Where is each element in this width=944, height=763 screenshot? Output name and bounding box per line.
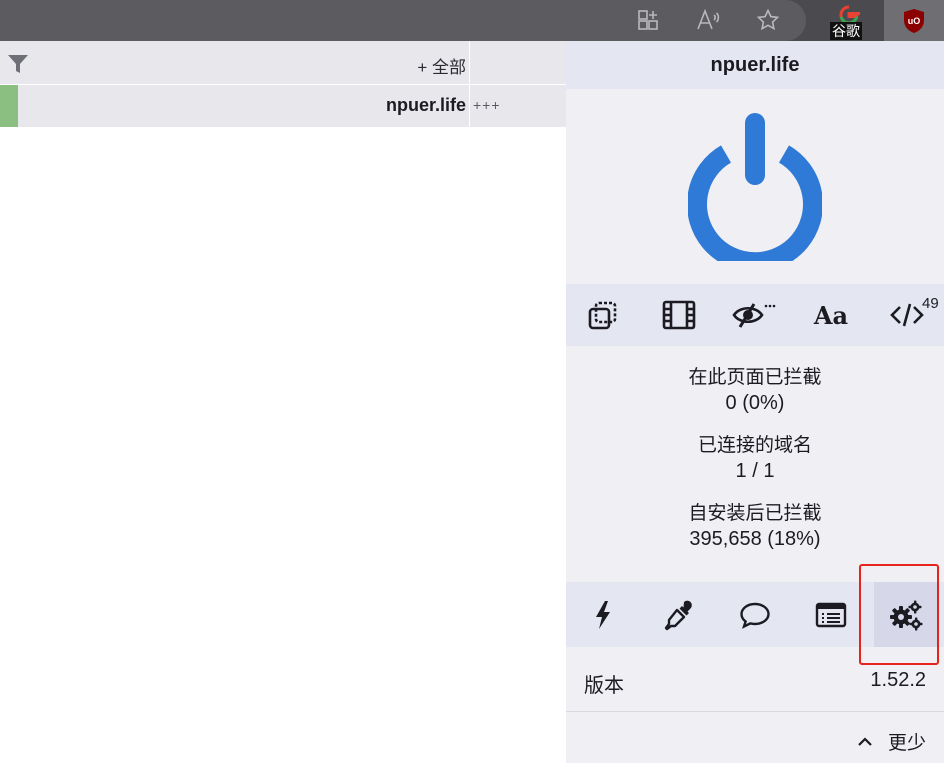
- chevron-up-icon: [858, 736, 872, 746]
- logger-button[interactable]: [799, 582, 863, 647]
- address-bar: [0, 0, 806, 41]
- cosmetic-filter-button[interactable]: [722, 284, 788, 346]
- blocked-page-value: 0 (0%): [725, 392, 785, 414]
- svg-text:uO: uO: [908, 16, 921, 26]
- no-popups-button[interactable]: [570, 284, 636, 346]
- column-divider: [469, 85, 470, 127]
- version-label: 版本: [584, 675, 624, 697]
- chat-bubble-icon: [740, 602, 770, 629]
- element-picker-button[interactable]: [647, 582, 711, 647]
- site-status-bar: [0, 85, 18, 127]
- no-remote-fonts-button[interactable]: Aa: [798, 284, 864, 346]
- code-icon: [890, 303, 924, 327]
- stats-block: 在此页面已拦截 0 (0%) 已连接的域名 1 / 1 自安装后已拦截 395,…: [566, 366, 944, 554]
- all-sites-label[interactable]: + 全部: [417, 53, 466, 78]
- font-icon: Aa: [813, 300, 849, 330]
- google-badge-text: 谷歌: [830, 22, 862, 40]
- eye-slash-icon: [732, 303, 776, 328]
- ublock-extension-button[interactable]: uO: [884, 0, 944, 41]
- show-less-button[interactable]: 更少: [858, 728, 926, 755]
- logger-list-icon: [815, 602, 847, 627]
- popup-panel: npuer.life Aa 49 在此页面已拦截 0 (0%) 已连接的域名 1…: [566, 41, 944, 763]
- domains-label: 已连接的域名: [697, 435, 812, 456]
- blocked-total-label: 自安装后已拦截: [688, 503, 822, 524]
- domains-value: 1 / 1: [735, 460, 775, 482]
- ublock-shield-icon: uO: [904, 8, 924, 33]
- report-issue-button[interactable]: [723, 582, 787, 647]
- zapper-button[interactable]: [571, 582, 635, 647]
- browser-toolbar: 谷歌 uO: [0, 0, 944, 41]
- popup-block-icon: [588, 301, 617, 330]
- firewall-pane: + 全部 npuer.life +++: [0, 41, 566, 763]
- version-value: 1.52.2: [870, 669, 926, 691]
- blocked-total-value: 395,658 (18%): [689, 528, 821, 550]
- version-row: 版本 1.52.2: [566, 663, 944, 712]
- film-icon: [662, 300, 696, 330]
- no-scripting-button[interactable]: 49: [874, 284, 940, 346]
- power-button-icon[interactable]: [688, 111, 822, 261]
- blocked-page-label: 在此页面已拦截: [688, 367, 822, 388]
- site-row[interactable]: npuer.life +++: [0, 85, 566, 127]
- filter-row: + 全部: [0, 41, 566, 85]
- filter-funnel-icon[interactable]: [7, 53, 29, 75]
- add-tab-grid-icon[interactable]: [634, 6, 662, 34]
- annotation-highlight-box: [859, 564, 939, 665]
- eyedropper-icon: [664, 600, 692, 630]
- show-less-label: 更少: [887, 733, 926, 754]
- site-hostname: npuer.life: [385, 95, 466, 115]
- column-divider: [469, 41, 470, 84]
- cosmetic-count-badge: 49: [922, 295, 939, 312]
- favorite-star-icon[interactable]: [754, 6, 782, 34]
- no-media-button[interactable]: [646, 284, 712, 346]
- google-translate-extension[interactable]: 谷歌: [830, 4, 864, 40]
- popup-hostname: npuer.life: [566, 41, 944, 89]
- per-site-toolbar: Aa 49: [566, 284, 944, 346]
- site-rule-marks: +++: [473, 97, 501, 113]
- lightning-icon: [596, 600, 610, 629]
- read-aloud-icon[interactable]: [694, 6, 722, 34]
